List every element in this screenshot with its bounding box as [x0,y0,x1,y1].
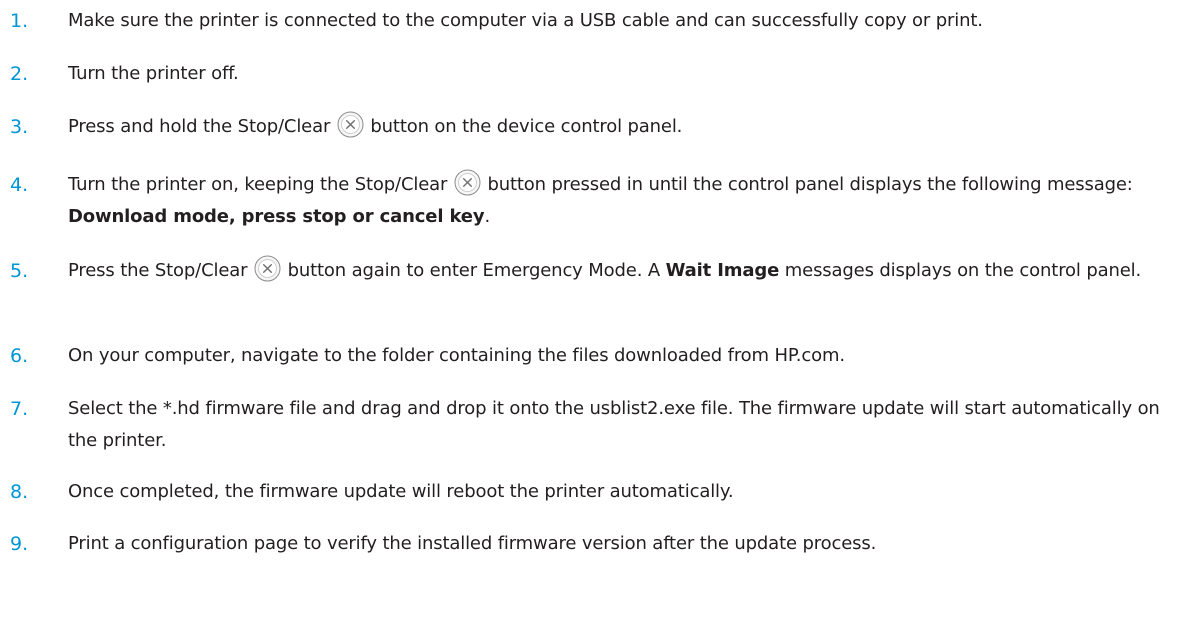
stop-clear-x-icon [254,255,281,282]
step-text: On your computer, navigate to the folder… [68,345,845,366]
step-text: Press the Stop/Clear button again to ent… [68,255,1188,287]
step-text: Once completed, the firmware update will… [68,481,734,502]
step-number: 7. [10,398,29,420]
stop-clear-x-icon [337,111,364,138]
step-number: 4. [10,174,29,196]
step-text: Turn the printer on, keeping the Stop/Cl… [68,169,1188,233]
step-number: 8. [10,481,29,503]
step-text: Select the *.hd firmware file and drag a… [68,398,1160,451]
step-number: 5. [10,260,29,282]
step-number: 1. [10,10,29,32]
step-number: 9. [10,533,29,555]
step-text: Press and hold the Stop/Clear button on … [68,111,1188,143]
instruction-steps-list: 1. Make sure the printer is connected to… [0,0,1193,618]
step-text: Print a configuration page to verify the… [68,533,877,554]
step-number: 2. [10,63,29,85]
step-number: 3. [10,116,29,138]
message-download-mode: Download mode, press stop or cancel key [68,206,485,227]
stop-clear-x-icon [454,169,481,196]
message-wait-image: Wait Image [665,260,780,281]
step-text: Turn the printer off. [68,63,239,84]
step-text: Make sure the printer is connected to th… [68,10,983,31]
step-number: 6. [10,345,29,367]
